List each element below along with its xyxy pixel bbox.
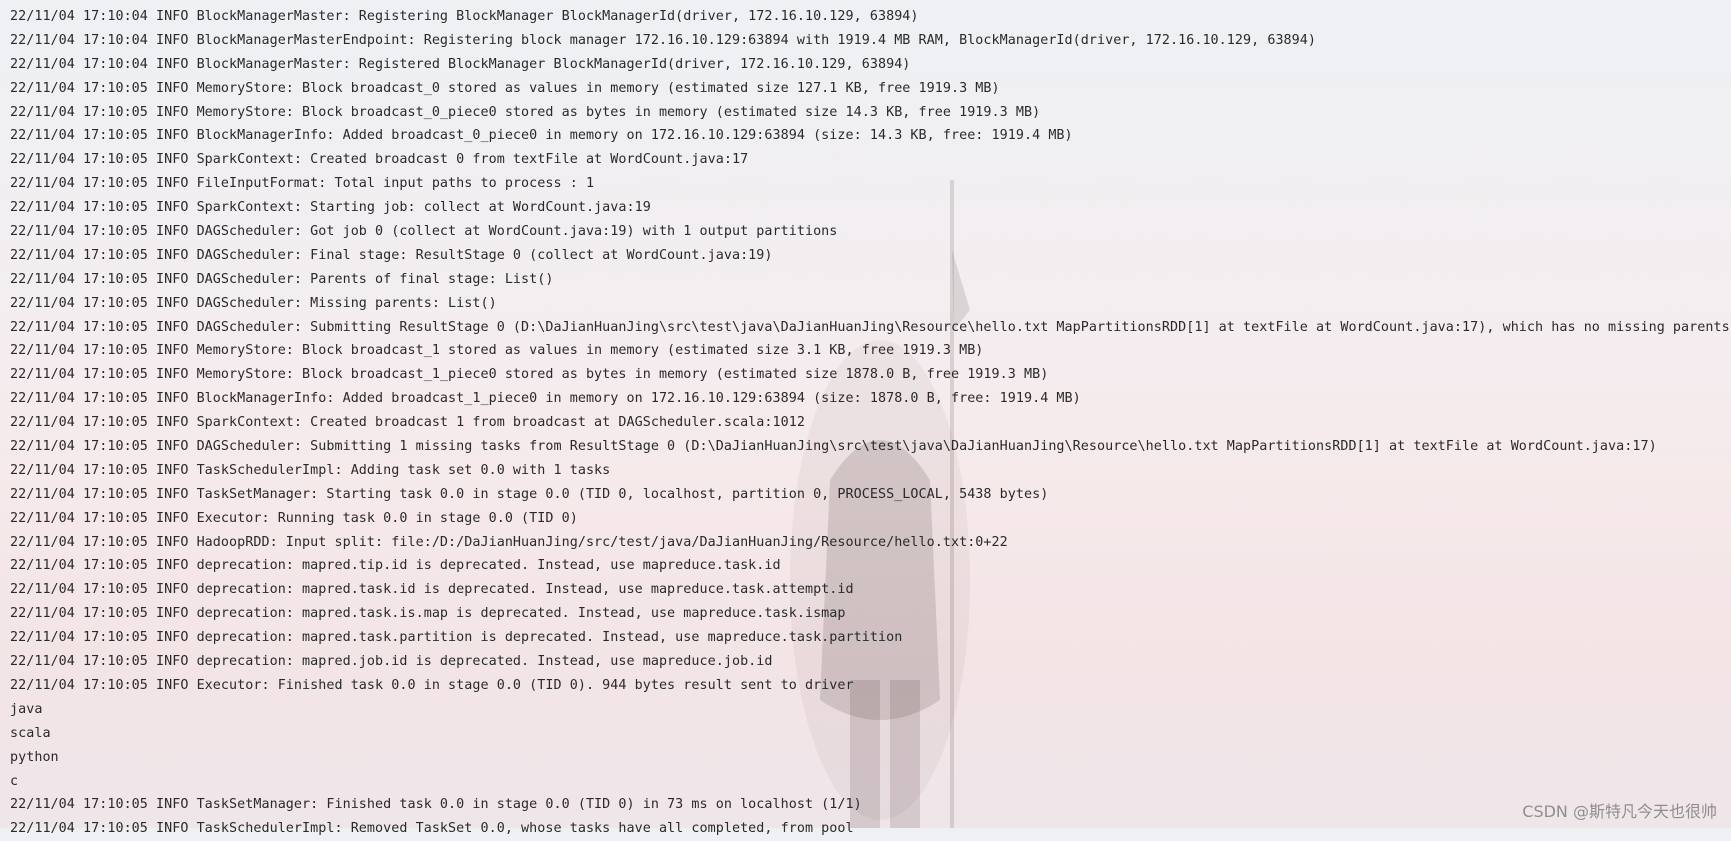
- console-line: python: [10, 749, 59, 765]
- console-line: 22/11/04 17:10:05 INFO Executor: Running…: [10, 510, 578, 526]
- console-line: 22/11/04 17:10:05 INFO DAGScheduler: Sub…: [10, 319, 1730, 335]
- console-line: 22/11/04 17:10:05 INFO DAGScheduler: Got…: [10, 224, 838, 240]
- console-line: 22/11/04 17:10:05 INFO TaskSetManager: F…: [10, 797, 862, 813]
- console-line: 22/11/04 17:10:05 INFO MemoryStore: Bloc…: [10, 367, 1049, 383]
- csdn-watermark: CSDN @斯特凡今天也很帅: [1522, 802, 1717, 821]
- console-line: 22/11/04 17:10:05 INFO HadoopRDD: Input …: [10, 534, 1008, 550]
- console-line: 22/11/04 17:10:05 INFO TaskSetManager: S…: [10, 486, 1049, 502]
- console-line: 22/11/04 17:10:05 INFO SparkContext: Sta…: [10, 200, 651, 216]
- console-line: 22/11/04 17:10:05 INFO DAGScheduler: Par…: [10, 271, 554, 287]
- console-line: 22/11/04 17:10:04 INFO BlockManagerMaste…: [10, 9, 919, 24]
- console-line: 22/11/04 17:10:05 INFO Executor: Finishe…: [10, 677, 854, 693]
- console-line: 22/11/04 17:10:05 INFO DAGScheduler: Sub…: [10, 439, 1657, 455]
- console-line: 22/11/04 17:10:04 INFO BlockManagerMaste…: [10, 56, 911, 72]
- console-line: c: [10, 773, 19, 789]
- console-line: java: [10, 701, 43, 717]
- console-line: 22/11/04 17:10:05 INFO BlockManagerInfo:…: [10, 391, 1081, 407]
- console-line: 22/11/04 17:10:05 INFO BlockManagerInfo:…: [10, 128, 1073, 144]
- console-line: 22/11/04 17:10:05 INFO MemoryStore: Bloc…: [10, 104, 1041, 120]
- console-line: 22/11/04 17:10:05 INFO DAGScheduler: Fin…: [10, 247, 773, 263]
- console-line: 22/11/04 17:10:05 INFO DAGScheduler: Mis…: [10, 295, 497, 311]
- console-line: 22/11/04 17:10:05 INFO FileInputFormat: …: [10, 176, 595, 192]
- console-line: scala: [10, 725, 51, 741]
- console-line: 22/11/04 17:10:05 INFO deprecation: mapr…: [10, 654, 773, 670]
- console-output: 22/11/04 17:10:04 INFO BlockManagerMaste…: [10, 5, 1731, 836]
- console-line: 22/11/04 17:10:05 INFO deprecation: mapr…: [10, 558, 781, 574]
- console-line: 22/11/04 17:10:05 INFO MemoryStore: Bloc…: [10, 80, 1000, 96]
- console-line: 22/11/04 17:10:05 INFO TaskSchedulerImpl…: [10, 821, 854, 837]
- console-line: 22/11/04 17:10:05 INFO SparkContext: Cre…: [10, 415, 805, 431]
- console-line: 22/11/04 17:10:05 INFO deprecation: mapr…: [10, 630, 903, 646]
- console-line: 22/11/04 17:10:05 INFO TaskSchedulerImpl…: [10, 462, 611, 478]
- console-line: 22/11/04 17:10:05 INFO deprecation: mapr…: [10, 606, 846, 622]
- console-line: 22/11/04 17:10:05 INFO deprecation: mapr…: [10, 582, 854, 598]
- console-line: 22/11/04 17:10:04 INFO BlockManagerMaste…: [10, 32, 1317, 48]
- console-line: 22/11/04 17:10:05 INFO SparkContext: Cre…: [10, 152, 749, 168]
- console-line: 22/11/04 17:10:05 INFO MemoryStore: Bloc…: [10, 343, 984, 359]
